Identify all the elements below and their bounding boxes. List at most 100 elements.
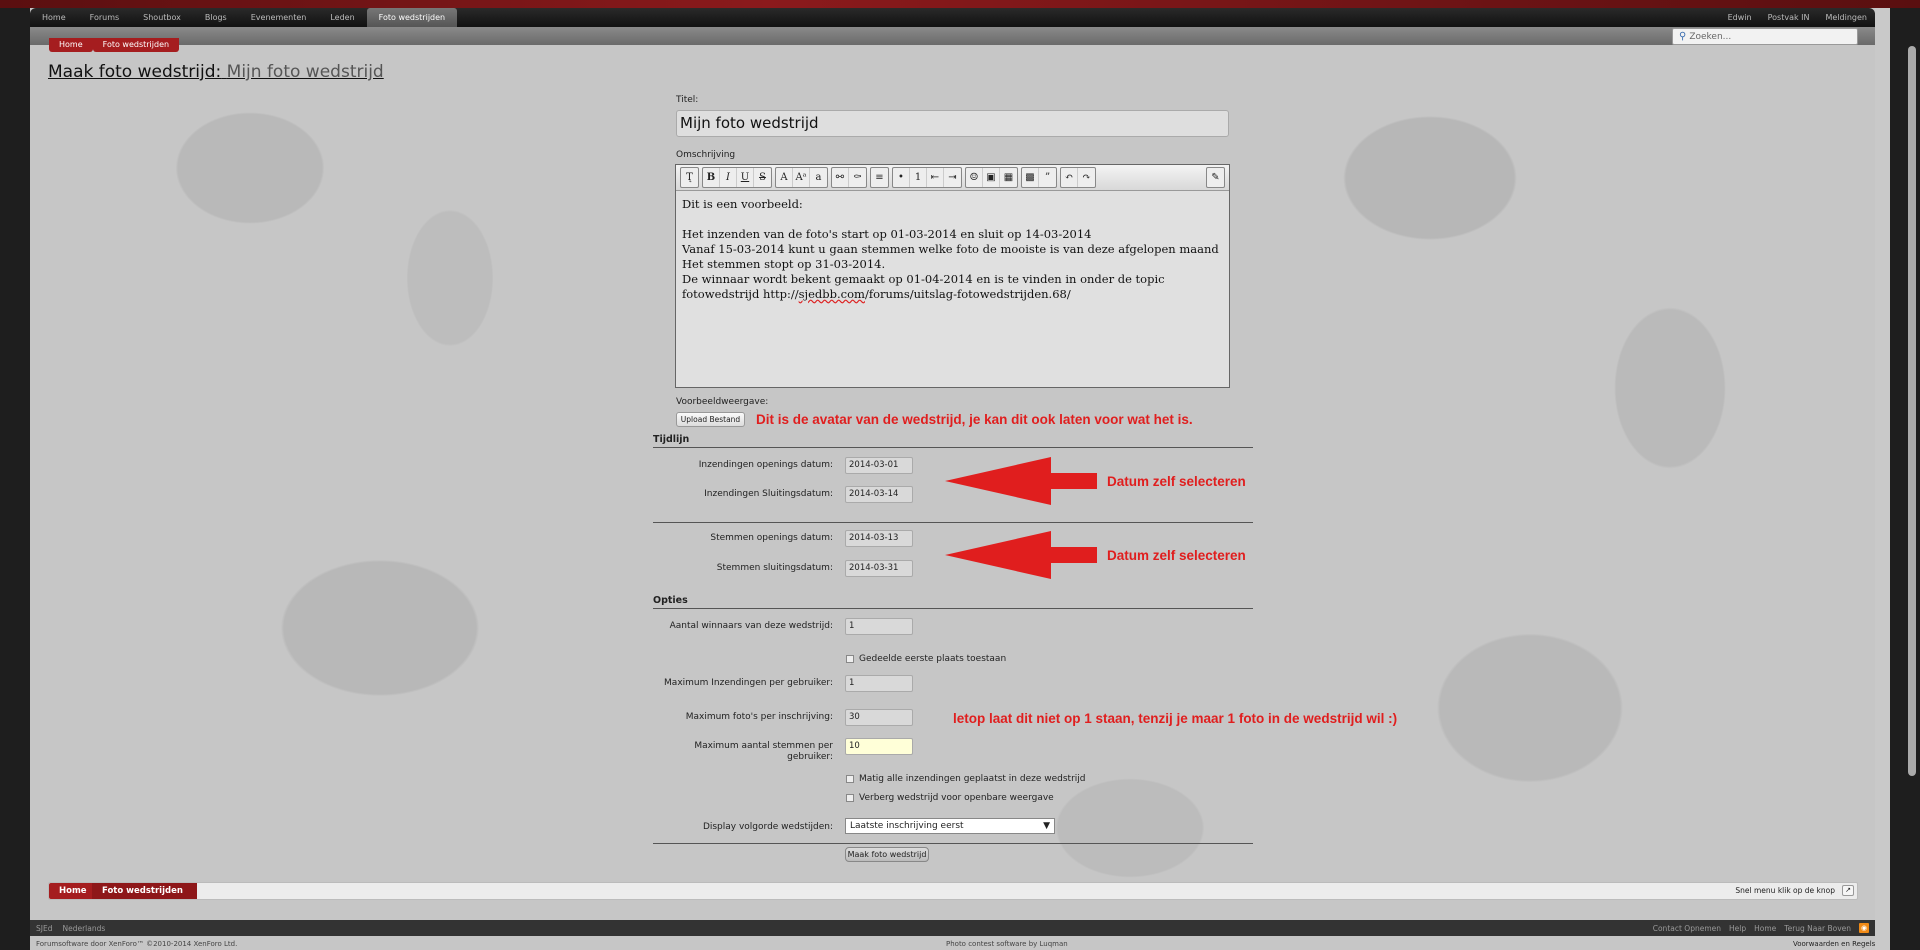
winners-input[interactable]: 1	[845, 618, 913, 635]
tab-forums[interactable]: Forums	[78, 8, 132, 27]
alerts-link[interactable]: Meldingen	[1818, 13, 1876, 22]
checkbox-box[interactable]	[846, 655, 854, 663]
remove-format-icon[interactable]: T̨	[681, 168, 698, 187]
image-icon[interactable]: ▣	[983, 168, 1000, 187]
annotation-arrow-icon	[945, 457, 1097, 505]
tab-evenementen[interactable]: Evenementen	[239, 8, 319, 27]
quick-menu-icon[interactable]: ↗	[1842, 885, 1854, 896]
editor-text: /forums/uitslag-fotowedstrijden.68/	[864, 287, 1071, 301]
editor-content[interactable]: Dit is een voorbeeld: Het inzenden van d…	[676, 191, 1229, 308]
quote-icon[interactable]: ”	[1039, 168, 1056, 187]
underline-icon[interactable]: U	[737, 168, 754, 187]
preview-label: Voorbeeldweergave:	[676, 397, 769, 407]
strikethrough-icon[interactable]: S	[754, 168, 771, 187]
dropdown-arrow-icon: ▼	[1043, 821, 1050, 831]
editor-line: Vanaf 15-03-2014 kunt u gaan stemmen wel…	[682, 242, 1219, 256]
breadcrumb-foto-wedstrijden[interactable]: Foto wedstrijden	[92, 883, 197, 899]
font-family-icon[interactable]: a	[810, 168, 827, 187]
options-heading: Opties	[653, 595, 1253, 609]
checkbox-box[interactable]	[846, 775, 854, 783]
italic-icon[interactable]: I	[720, 168, 737, 187]
sub-navigation	[30, 27, 1875, 45]
inbox-link[interactable]: Postvak IN	[1760, 13, 1818, 22]
user-menu[interactable]: Edwin	[1720, 13, 1760, 22]
footer-language-chooser[interactable]: Nederlands	[62, 924, 105, 933]
editor-line-blank	[682, 212, 1223, 227]
source-mode-icon[interactable]: ✎	[1207, 168, 1224, 187]
redo-icon[interactable]: ↷	[1078, 168, 1095, 187]
editor-text: fotowedstrijd http://	[682, 287, 799, 301]
description-label: Omschrijving	[676, 150, 736, 160]
font-color-icon[interactable]: A	[776, 168, 793, 187]
editor-line: De winnaar wordt bekent gemaakt op 01-04…	[682, 272, 1165, 286]
breadcrumb-home[interactable]: Home	[49, 38, 93, 52]
title-input[interactable]: Mijn foto wedstrijd	[676, 110, 1229, 137]
align-icon[interactable]: ≡	[871, 168, 888, 187]
search-icon: ⚲	[1679, 31, 1687, 42]
annotation-date-1: Datum zelf selecteren	[1107, 474, 1246, 489]
numbered-list-icon[interactable]: 1	[910, 168, 927, 187]
footer-links: Contact Opnemen Help Home Terug Naar Bov…	[1653, 923, 1875, 933]
footer-help-link[interactable]: Help	[1729, 924, 1746, 933]
entry-close-date-input[interactable]: 2014-03-14	[845, 486, 913, 503]
bold-icon[interactable]: B	[703, 168, 720, 187]
timeline-heading: Tijdlijn	[653, 434, 1253, 448]
rss-icon[interactable]: ◉	[1859, 923, 1869, 933]
checkbox-label: Gedeelde eerste plaats toestaan	[859, 654, 1007, 664]
bullet-list-icon[interactable]: •	[893, 168, 910, 187]
undo-icon[interactable]: ↶	[1061, 168, 1078, 187]
breadcrumb-home[interactable]: Home	[49, 883, 97, 899]
tab-foto-wedstrijden[interactable]: Foto wedstrijden	[366, 8, 458, 27]
media-icon[interactable]: ▦	[1000, 168, 1017, 187]
footer: SJEd Nederlands Contact Opnemen Help Hom…	[30, 920, 1875, 936]
smiley-icon[interactable]: ☺	[966, 168, 983, 187]
search-input[interactable]: ⚲ Zoeken...	[1672, 28, 1858, 45]
entry-close-label: Inzendingen Sluitingsdatum:	[704, 489, 833, 499]
checkbox-box[interactable]	[846, 794, 854, 802]
entry-open-date-input[interactable]: 2014-03-01	[845, 457, 913, 474]
max-votes-input[interactable]: 10	[845, 738, 913, 755]
tab-blogs[interactable]: Blogs	[193, 8, 239, 27]
tab-leden[interactable]: Leden	[318, 8, 366, 27]
footer-contact-link[interactable]: Contact Opnemen	[1653, 924, 1721, 933]
submit-button[interactable]: Maak foto wedstrijd	[845, 847, 929, 862]
vote-open-date-input[interactable]: 2014-03-13	[845, 530, 913, 547]
breadcrumb-foto-wedstrijden[interactable]: Foto wedstrijden	[92, 38, 180, 52]
editor-line: Dit is een voorbeeld:	[682, 197, 803, 211]
upload-button[interactable]: Upload Bestand	[676, 412, 745, 427]
display-order-select[interactable]: Laatste inschrijving eerst ▼	[845, 818, 1055, 834]
main-navigation: Home Forums Shoutbox Blogs Evenementen L…	[30, 8, 1875, 27]
tab-shoutbox[interactable]: Shoutbox	[131, 8, 193, 27]
font-size-icon[interactable]: Aᵃ	[793, 168, 810, 187]
scrollbar[interactable]	[1908, 46, 1916, 776]
indent-icon[interactable]: ⇥	[944, 168, 961, 187]
annotation-arrow-icon	[945, 531, 1097, 579]
editor-line: fotowedstrijd http://sjedbb.com/forums/u…	[682, 287, 1223, 302]
vote-close-date-input[interactable]: 2014-03-31	[845, 560, 913, 577]
max-photos-input[interactable]: 30	[845, 709, 913, 726]
outdent-icon[interactable]: ⇤	[927, 168, 944, 187]
winners-label: Aantal winnaars van deze wedstrijd:	[669, 621, 833, 631]
entry-open-label: Inzendingen openings datum:	[698, 460, 833, 470]
code-icon[interactable]: ▩	[1022, 168, 1039, 187]
page-title-link[interactable]: Mijn foto wedstrijd	[227, 62, 384, 82]
hide-checkbox[interactable]: Verberg wedstrijd voor openbare weergave	[846, 793, 1054, 803]
display-order-value: Laatste inschrijving eerst	[850, 821, 964, 831]
max-votes-label: Maximum aantal stemmen per gebruiker:	[694, 741, 833, 762]
terms-link[interactable]: Voorwaarden en Regels	[1793, 940, 1875, 948]
max-entries-input[interactable]: 1	[845, 675, 913, 692]
shared-first-checkbox[interactable]: Gedeelde eerste plaats toestaan	[846, 654, 1006, 664]
left-margin	[0, 0, 30, 950]
divider	[653, 522, 1253, 523]
footer-style-chooser[interactable]: SJEd	[36, 924, 52, 933]
tab-home[interactable]: Home	[30, 8, 78, 27]
unlink-icon[interactable]: ⚰	[849, 168, 866, 187]
annotation-avatar: Dit is de avatar van de wedstrijd, je ka…	[756, 412, 1193, 427]
moderate-checkbox[interactable]: Matig alle inzendingen geplaatst in deze…	[846, 774, 1085, 784]
max-entries-label: Maximum Inzendingen per gebruiker:	[664, 678, 833, 688]
max-photos-label: Maximum foto's per inschrijving:	[685, 712, 833, 722]
footer-home-link[interactable]: Home	[1754, 924, 1776, 933]
link-icon[interactable]: ⚯	[832, 168, 849, 187]
footer-top-link[interactable]: Terug Naar Boven	[1784, 924, 1851, 933]
breadcrumb: Home Foto wedstrijden	[49, 38, 180, 52]
